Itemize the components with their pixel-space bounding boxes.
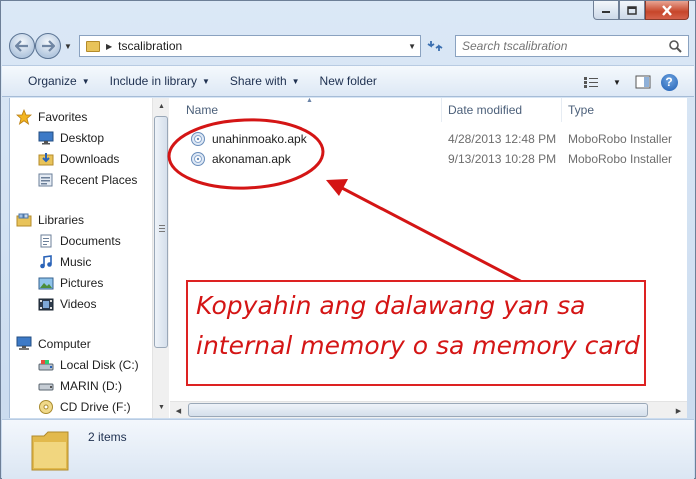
annotation-text: Kopyahin ang dalawang yan sa internal me…	[196, 286, 640, 366]
annotation-callout: Kopyahin ang dalawang yan sa internal me…	[186, 280, 646, 386]
annotation-line-1: Kopyahin ang dalawang yan sa	[196, 291, 586, 320]
highlight-ellipse	[167, 118, 325, 190]
annotation-arrow	[341, 186, 523, 284]
annotation-overlay	[167, 118, 523, 284]
annotation-line-2: internal memory o sa memory card	[196, 331, 640, 360]
arrowhead-icon	[326, 179, 348, 196]
